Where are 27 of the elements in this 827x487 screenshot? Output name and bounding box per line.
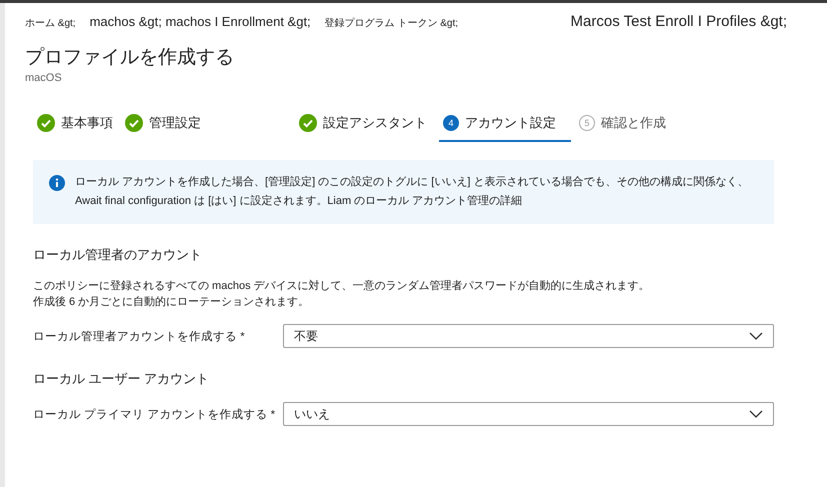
section-description: このポリシーに登録されるすべての machos デバイスに対して、一意のランダム管理者パスワードが自動的に生成されます。 作成後 6 か月ごとに自動的にローテーションされます。 xyxy=(33,278,651,310)
wizard-step[interactable]: 5 確認と作成 xyxy=(575,110,670,142)
chevron-down-icon xyxy=(749,410,763,418)
field-label: ローカル プライマリ アカウントを作成する * xyxy=(33,407,276,422)
section-heading: ローカル管理者のアカウント xyxy=(33,246,203,264)
dropdown-field[interactable]: いいえ xyxy=(283,402,774,426)
step-number: 5 xyxy=(579,115,595,131)
page-title: プロファイルを作成する xyxy=(25,46,235,70)
wizard-step[interactable]: 4 アカウント設定 xyxy=(439,110,571,142)
field-label: ローカル管理者アカウントを作成する * xyxy=(33,330,246,344)
check-icon xyxy=(37,114,55,132)
step-number: 4 xyxy=(443,115,459,131)
info-icon xyxy=(49,175,65,191)
section-heading: ローカル ユーザー アカウント xyxy=(33,370,210,388)
check-icon xyxy=(125,114,143,132)
wizard-step[interactable]: 設定アシスタント xyxy=(295,110,435,142)
chevron-down-icon xyxy=(749,332,763,340)
breadcrumb-link[interactable]: 登録プログラム トークン &gt; xyxy=(324,16,458,30)
wizard-step[interactable]: 管理設定 xyxy=(121,110,291,142)
page-subtitle: macOS xyxy=(25,72,63,84)
breadcrumb-link[interactable]: Marcos Test Enroll I Profiles &gt; xyxy=(570,13,787,30)
check-icon xyxy=(299,114,317,132)
breadcrumb-link[interactable]: machos &gt; machos I Enrollment &gt; xyxy=(90,14,311,29)
wizard-step[interactable]: 基本事項 xyxy=(33,110,117,142)
breadcrumb-link[interactable]: ホーム &gt; xyxy=(25,16,76,30)
info-text: ローカル アカウントを作成した場合、[管理設定] のこの設定のトグルに [いいえ] と表示されている場合でも、その他の構成に関係なく、Await final configuration は [はい] に設定されます。Liam のローカル アカウント管理の詳細 xyxy=(75,174,750,209)
dropdown-field[interactable]: 不要 xyxy=(283,324,774,348)
